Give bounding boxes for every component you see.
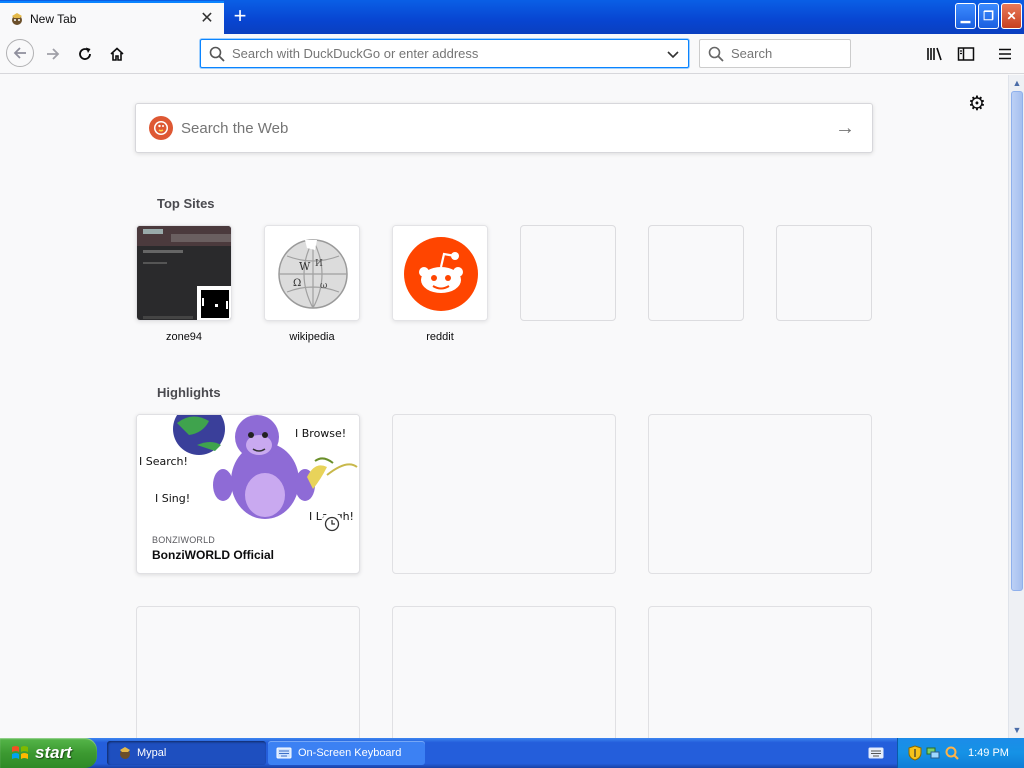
speech-browse: I Browse! [295,427,346,440]
highlight-placeholder [648,414,872,574]
top-site-zone94[interactable] [136,225,232,321]
top-sites-heading: Top Sites [157,196,215,211]
highlight-placeholder [648,606,872,738]
close-icon: ✕ [1006,9,1017,23]
minimize-button[interactable]: ▁ [955,3,976,29]
wikipedia-globe-icon: W И Ω ω [265,226,359,320]
top-site-label[interactable]: wikipedia [264,331,360,343]
highlight-placeholder [136,606,360,738]
taskbar-item-mypal[interactable]: Mypal [107,741,266,765]
highlight-placeholder [392,606,616,738]
sidebar-button[interactable] [953,41,979,67]
top-site-empty [776,225,872,321]
navigation-toolbar [0,34,1024,74]
reload-button[interactable] [72,41,98,67]
network-icon[interactable] [925,745,941,761]
tab-title: New Tab [30,11,77,26]
svg-text:Ω: Ω [293,278,301,289]
speech-sing: I Sing! [155,492,190,505]
highlight-title: BonziWORLD Official [152,548,274,562]
system-tray: 1:49 PM [897,738,1024,768]
mypal-favicon-icon [12,12,22,25]
search-icon [708,46,724,62]
top-site-label[interactable]: reddit [392,331,488,343]
clock: 1:49 PM [968,747,1009,759]
restore-button[interactable]: ❐ [978,3,999,29]
scroll-up-icon[interactable]: ▲ [1010,76,1024,90]
close-window-button[interactable]: ✕ [1001,3,1022,29]
chevron-down-icon[interactable] [666,47,680,61]
hamburger-menu-icon [999,48,1011,60]
zone94-thumbnail [137,226,231,320]
highlight-placeholder [392,414,616,574]
title-bar: New Tab ✕ + ▁ ❐ ✕ [0,0,1024,34]
home-button[interactable] [104,41,130,67]
search-icon[interactable] [944,745,960,761]
search-icon [209,46,225,62]
duckduckgo-logo-icon [149,116,173,140]
top-site-reddit[interactable] [392,225,488,321]
tab-new-tab[interactable]: New Tab ✕ [0,1,224,34]
start-label: start [35,743,72,762]
top-site-wikipedia[interactable]: W И Ω ω [264,225,360,321]
start-button[interactable]: start [0,738,97,768]
home-icon [110,47,124,61]
speech-search: I Search! [139,455,188,468]
search-input[interactable] [731,46,850,61]
new-tab-button[interactable]: + [228,5,252,29]
windows-logo-icon [12,746,28,759]
svg-text:И: И [315,259,323,269]
bonzi-buddy-image: I Browse! I Search! I Sing! I Laugh! [137,415,359,523]
taskbar-item-label: Mypal [137,747,167,759]
back-arrow-icon [13,47,26,59]
mypal-icon [120,747,130,759]
url-bar[interactable] [200,39,689,68]
vertical-scrollbar[interactable]: ▲ ▼ [1008,75,1024,738]
highlight-host: BONZIWORLD [152,535,216,545]
search-bar[interactable] [699,39,851,68]
svg-text:ω: ω [320,281,327,291]
taskbar-item-on-screen-keyboard[interactable]: On-Screen Keyboard [268,741,425,765]
keyboard-icon [276,747,292,759]
back-button[interactable] [6,39,34,67]
reddit-alien-icon [393,226,487,320]
clock-icon [321,513,343,535]
restore-icon: ❐ [983,9,994,23]
minimize-icon: ▁ [960,9,971,23]
arrow-right-icon[interactable]: → [830,117,860,140]
svg-text:W: W [299,260,311,273]
top-site-empty [648,225,744,321]
highlights-heading: Highlights [157,385,221,400]
highlight-card-bonziworld[interactable]: I Browse! I Search! I Sing! I Laugh! BON… [136,414,360,574]
scrollbar-thumb[interactable] [1011,91,1023,591]
forward-button[interactable] [40,41,66,67]
taskbar-item-label: On-Screen Keyboard [298,747,402,759]
library-button[interactable] [922,41,948,67]
top-site-label[interactable]: zone94 [136,331,232,343]
new-tab-page: ⚙ → Top Sites W И [0,75,1008,738]
forward-arrow-icon [47,48,60,60]
close-tab-icon[interactable]: ✕ [199,10,215,27]
url-input[interactable] [232,46,666,61]
web-search-input[interactable] [181,119,830,137]
top-site-empty [520,225,616,321]
taskbar: start Mypal On-Screen Keyboard 1:49 PM [0,738,1024,768]
sidebar-icon [957,47,975,61]
reload-icon [79,47,91,60]
web-search-box[interactable]: → [135,103,873,153]
security-shield-icon[interactable] [908,745,922,761]
menu-button[interactable] [992,41,1018,67]
scroll-down-icon[interactable]: ▼ [1010,723,1024,737]
library-icon [927,47,942,61]
keyboard-language-icon[interactable] [868,747,884,759]
gear-icon[interactable]: ⚙ [966,93,988,115]
